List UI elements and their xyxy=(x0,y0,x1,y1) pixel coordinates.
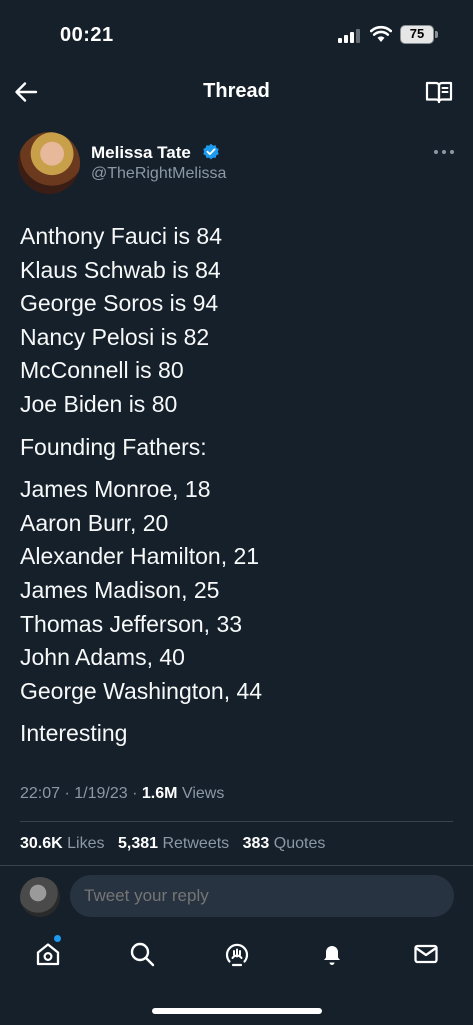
cellular-signal-icon xyxy=(338,27,362,43)
author-handle[interactable]: @TheRightMelissa xyxy=(91,165,226,183)
tweet-line: George Soros is 94 xyxy=(20,290,219,317)
home-icon[interactable] xyxy=(34,940,62,968)
author-name[interactable]: Melissa Tate xyxy=(91,143,191,163)
quotes-stat[interactable]: 383 Quotes xyxy=(243,835,326,852)
page-title: Thread xyxy=(203,80,270,102)
tweet-line: Anthony Fauci is 84 xyxy=(20,223,223,249)
search-icon[interactable] xyxy=(128,940,156,968)
tweet-line: Thomas Jefferson, 33 xyxy=(20,610,243,637)
tweet-paragraph: James Monroe, 18 Aaron Burr, 20 Alexande… xyxy=(20,473,460,708)
tweet-paragraph: Founding Fathers: xyxy=(20,431,460,465)
reply-bar xyxy=(0,865,473,925)
tweet-line: James Monroe, 18 xyxy=(20,476,211,503)
tweet-line: Nancy Pelosi is 82 xyxy=(20,323,210,350)
views-count: 1.6M xyxy=(141,785,178,802)
tweet-text: Anthony Fauci is 84 Klaus Schwab is 84 G… xyxy=(20,220,460,760)
divider xyxy=(20,821,453,822)
retweets-stat[interactable]: 5,381 Retweets xyxy=(118,835,234,852)
notifications-bell-icon[interactable] xyxy=(318,940,346,968)
tweet-stats: 30.6K Likes 5,381 Retweets 383 Quotes xyxy=(20,835,334,853)
author-avatar[interactable] xyxy=(18,132,80,194)
meta-separator: · xyxy=(132,785,138,802)
tweet-line: Interesting xyxy=(20,720,128,747)
tweet-paragraph: Interesting xyxy=(20,717,460,751)
likes-label: Likes xyxy=(67,835,105,852)
battery-icon: 75 xyxy=(400,25,434,44)
status-bar: 00:21 75 xyxy=(0,0,473,70)
tweet-line: Joe Biden is 80 xyxy=(20,390,178,417)
likes-count: 30.6K xyxy=(20,835,63,852)
notification-dot xyxy=(54,935,61,942)
tweet-time[interactable]: 22:07 xyxy=(20,785,60,802)
retweets-count: 5,381 xyxy=(117,835,159,852)
more-options-icon[interactable] xyxy=(434,150,454,156)
tweet-meta: 22:07 · 1/19/23 · 1.6M Views xyxy=(20,785,224,803)
user-avatar xyxy=(20,877,60,917)
likes-stat[interactable]: 30.6K Likes xyxy=(20,835,109,852)
thread-header: Thread xyxy=(0,70,473,114)
reader-mode-icon[interactable] xyxy=(424,78,454,106)
wifi-icon xyxy=(370,25,392,42)
tweet-line: Founding Fathers: xyxy=(20,433,207,460)
status-time: 00:21 xyxy=(60,24,114,46)
bottom-tab-bar xyxy=(0,930,473,980)
tweet-line: Klaus Schwab is 84 xyxy=(20,256,221,283)
tweet-line: McConnell is 80 xyxy=(20,357,184,384)
spaces-icon[interactable] xyxy=(223,940,251,968)
quotes-count: 383 xyxy=(242,835,270,852)
tweet-line: Alexander Hamilton, 21 xyxy=(20,543,260,570)
home-indicator xyxy=(152,1008,322,1014)
tweet-line: James Madison, 25 xyxy=(20,576,220,603)
battery-tip xyxy=(435,31,438,38)
tweet-line: Aaron Burr, 20 xyxy=(20,509,169,536)
quotes-label: Quotes xyxy=(273,835,326,852)
verified-badge-icon xyxy=(203,143,219,160)
tweet-paragraph: Anthony Fauci is 84 Klaus Schwab is 84 G… xyxy=(20,220,460,422)
tweet-line: George Washington, 44 xyxy=(20,677,263,704)
retweets-label: Retweets xyxy=(162,835,230,852)
tweet-date[interactable]: 1/19/23 xyxy=(74,785,127,802)
views-label: Views xyxy=(181,785,225,802)
reply-input[interactable] xyxy=(70,875,454,917)
messages-mail-icon[interactable] xyxy=(412,940,440,968)
tweet-line: John Adams, 40 xyxy=(20,644,185,671)
meta-separator: · xyxy=(64,785,70,802)
tweet-author: Melissa Tate @TheRightMelissa xyxy=(18,130,458,196)
